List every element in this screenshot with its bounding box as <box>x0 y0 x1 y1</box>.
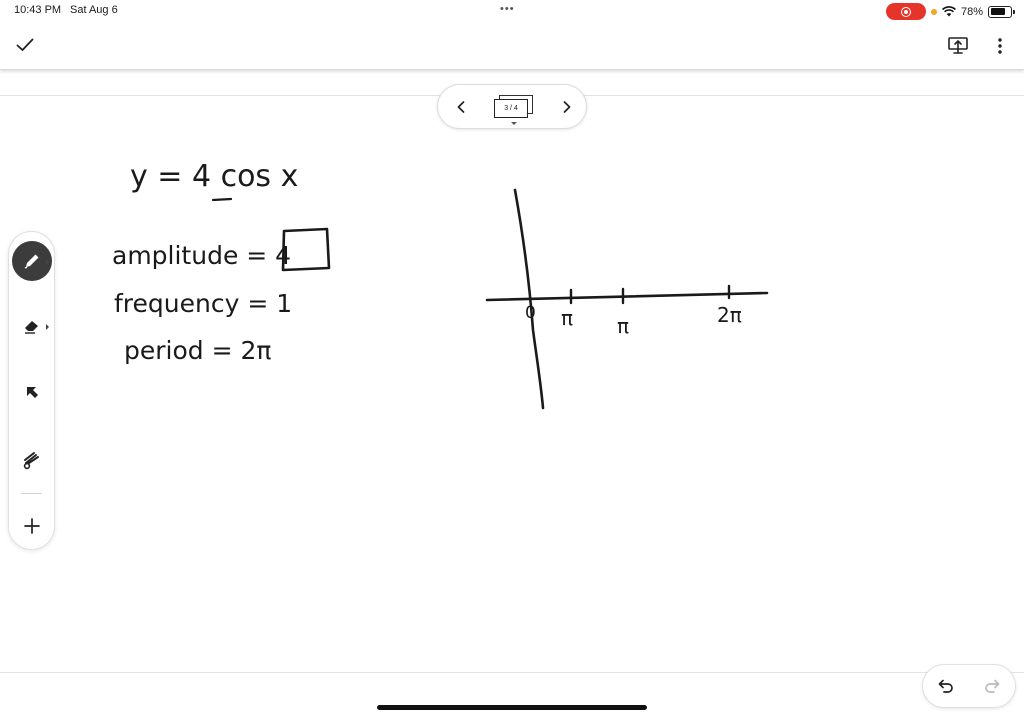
tool-palette <box>8 231 55 550</box>
page-thumbnail[interactable]: 3 / 4 <box>494 95 533 119</box>
pen-options-caret-icon[interactable] <box>46 259 49 265</box>
redo-icon <box>985 679 1000 693</box>
amplitude-text: amplitude = 4 <box>112 241 291 270</box>
laser-pointer-icon <box>23 452 39 470</box>
next-page-button[interactable] <box>558 96 576 118</box>
plus-icon <box>23 518 40 534</box>
frequency-text: frequency = 1 <box>114 289 292 318</box>
period-text: period = 2π <box>124 336 271 365</box>
battery-percent: 78% <box>960 5 983 18</box>
screen-recording-indicator[interactable] <box>885 3 926 20</box>
undo-button[interactable] <box>935 675 957 697</box>
palette-divider <box>21 493 42 494</box>
page-bottom-divider <box>0 672 1024 673</box>
chevron-right-icon <box>563 101 571 113</box>
pen-icon <box>24 254 38 269</box>
checkmark-icon <box>16 38 34 51</box>
eraser-icon <box>24 321 38 334</box>
microphone-indicator-icon <box>930 8 937 15</box>
origin-label: 0 <box>525 303 536 323</box>
whiteboard-canvas[interactable]: y = 4 cos x amplitude = 4 frequency = 1 … <box>0 96 1024 672</box>
eraser-options-caret-icon[interactable] <box>46 324 49 330</box>
present-screen-icon <box>948 37 968 54</box>
app-toolbar <box>0 22 1024 70</box>
multitasking-dots-icon[interactable]: ••• <box>500 3 515 15</box>
battery-icon <box>988 5 1015 18</box>
page-menu-caret-icon <box>511 122 517 125</box>
undo-redo-control <box>922 664 1016 708</box>
more-options-button[interactable] <box>990 34 1010 58</box>
wifi-icon <box>942 6 956 17</box>
arrow-pointer-icon <box>26 387 38 398</box>
record-icon <box>900 6 911 17</box>
equation-text: y = 4 cos x <box>130 159 298 194</box>
redo-button[interactable] <box>981 675 1003 697</box>
tick-label-1: π <box>561 306 573 330</box>
previous-page-button[interactable] <box>452 96 470 118</box>
undo-icon <box>938 679 953 693</box>
select-pointer-button[interactable] <box>9 372 54 412</box>
underline-stroke <box>211 197 233 202</box>
laser-pointer-button[interactable] <box>9 440 54 480</box>
tick-label-3: 2π <box>717 303 742 327</box>
status-indicators: 78% <box>885 3 1015 20</box>
done-button[interactable] <box>14 34 36 56</box>
more-vertical-icon <box>998 38 1002 54</box>
tick-label-2: π <box>617 314 629 338</box>
chevron-left-icon <box>457 101 465 113</box>
add-tool-button[interactable] <box>9 508 54 544</box>
present-button[interactable] <box>946 34 970 58</box>
home-indicator[interactable] <box>377 705 647 710</box>
page-indicator: 3 / 4 <box>494 99 528 118</box>
status-bar: 10:43 PM Sat Aug 6 ••• 78% <box>0 0 1024 22</box>
page-navigator: 3 / 4 <box>437 84 587 129</box>
status-date: Sat Aug 6 <box>70 4 118 16</box>
status-time: 10:43 PM <box>14 4 62 16</box>
